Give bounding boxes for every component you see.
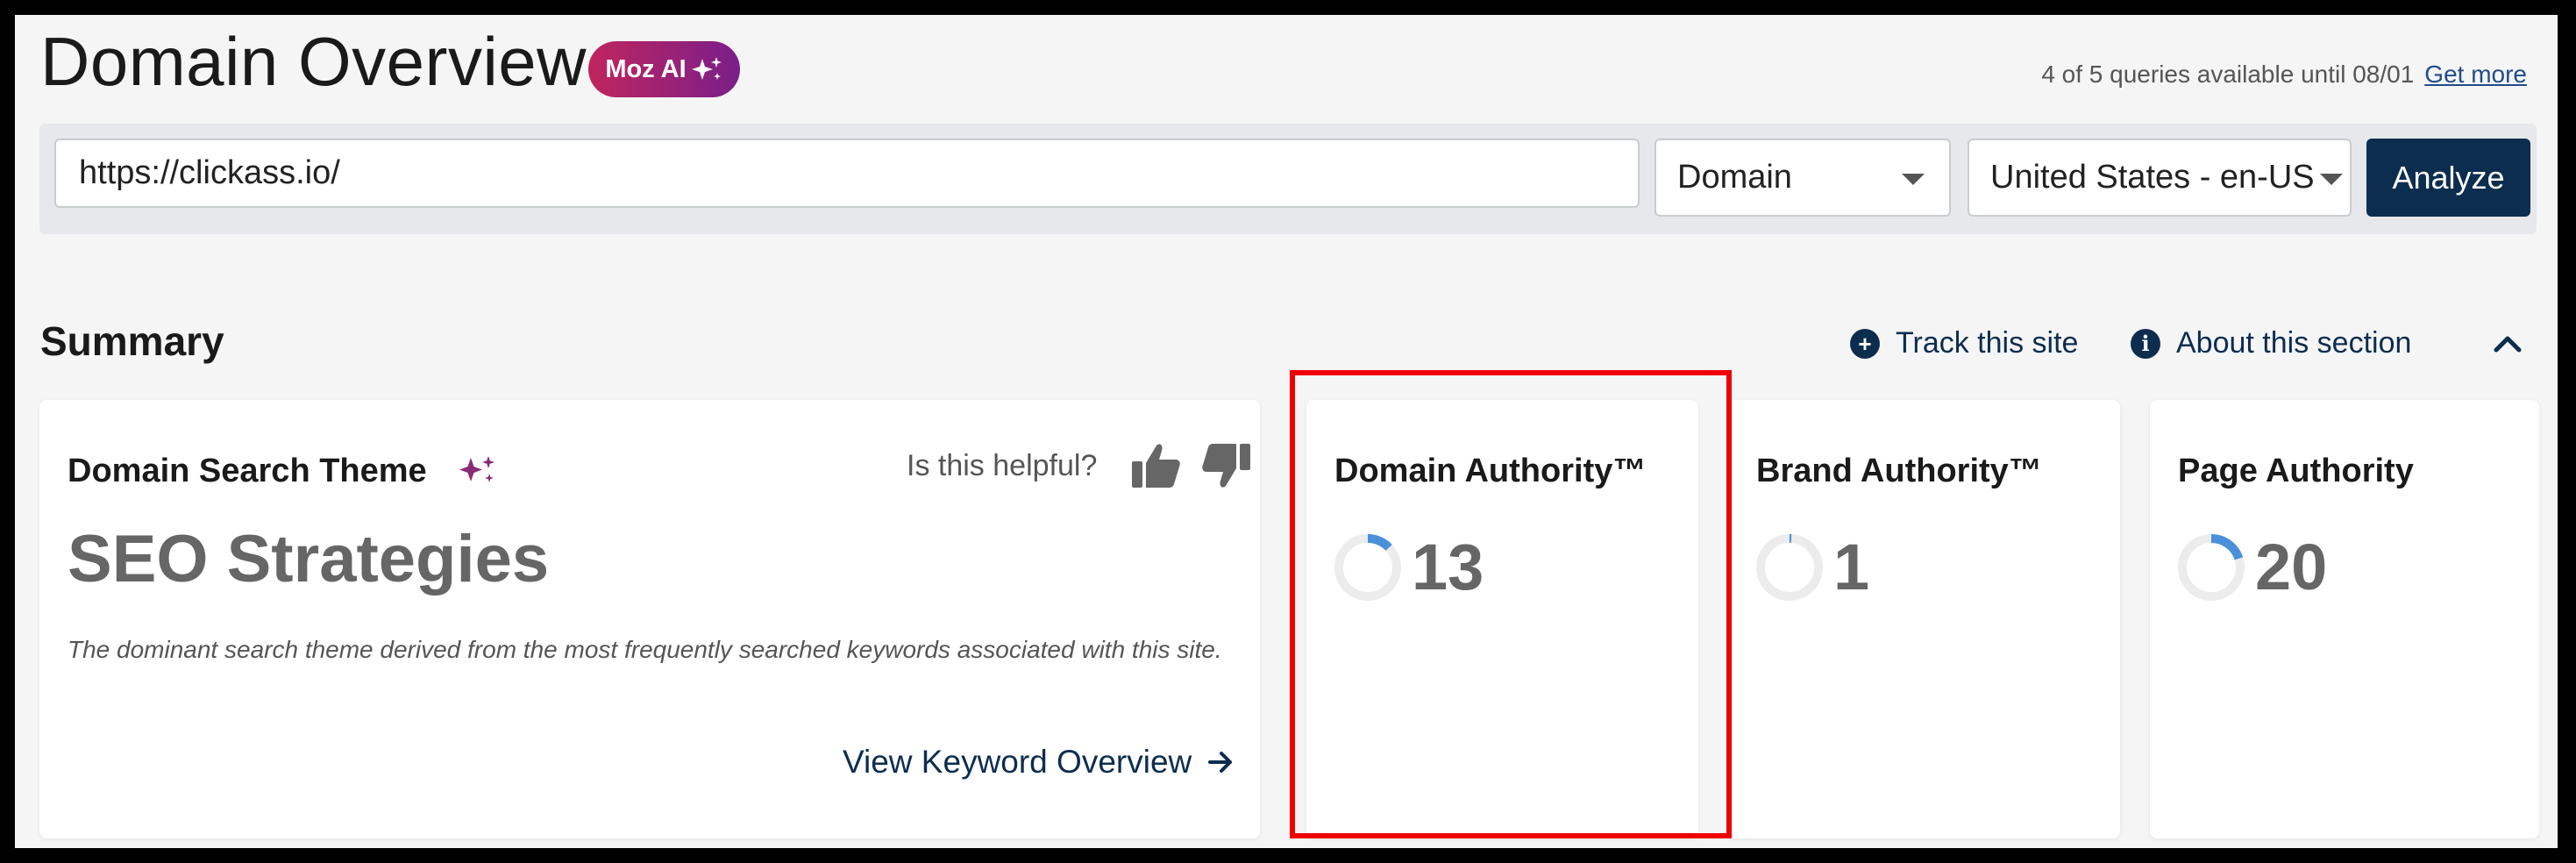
page-authority-card: Page Authority 20 [2150,400,2539,838]
card-title: Domain Search Theme [68,453,427,489]
chevron-down-icon [1902,174,1925,185]
locale-select[interactable]: United States - en-US [1968,139,2352,217]
sparkle-icon [459,456,495,482]
view-keyword-overview-link[interactable]: View Keyword Overview [843,744,1234,781]
card-title: Brand Authority™ [1756,453,2042,489]
analyze-button[interactable]: Analyze [2366,139,2530,217]
thumbs-up-icon[interactable] [1128,440,1183,491]
scope-select-value: Domain [1677,159,1792,196]
card-title: Domain Authority™ [1334,453,1647,489]
helpful-prompt: Is this helpful? [907,449,1098,482]
badge-label: Moz AI [605,54,687,83]
gauge-icon [1756,533,1823,601]
info-icon: i [2131,328,2160,359]
query-quota: 4 of 5 queries available until 08/01 Get … [2041,61,2527,89]
metric-value: 20 [2255,531,2328,603]
chevron-down-icon [2320,174,2343,185]
domain-search-theme-card: Domain Search Theme Is this helpful? SEO… [39,400,1260,838]
track-site-button[interactable]: + Track this site [1850,326,2078,360]
arrow-right-icon [1208,752,1233,773]
locale-select-value: United States - en-US [1990,159,2315,196]
page-title: Domain Overview [40,23,587,100]
metric-value: 1 [1833,531,1870,603]
metric-value: 13 [1412,531,1484,603]
queries-text: 4 of 5 queries available until 08/01 [2041,61,2415,88]
summary-title: Summary [40,318,224,364]
sparkle-icon [691,57,722,80]
theme-description: The dominant search theme derived from t… [68,636,1222,663]
theme-value: SEO Strategies [68,522,550,596]
metric-score: 13 [1333,530,1484,604]
gauge-icon [2178,533,2245,601]
url-input[interactable]: https://clickass.io/ [54,139,1640,208]
page: Domain Overview Moz AI 4 of 5 queries av… [15,15,2558,848]
about-section-button[interactable]: i About this section [2131,326,2411,360]
get-more-link[interactable]: Get more [2424,61,2527,88]
track-site-label: Track this site [1896,326,2079,360]
gauge-icon [1334,533,1401,601]
plus-circle-icon: + [1850,328,1880,359]
chevron-up-icon[interactable] [2493,334,2523,353]
gauge-track [1756,533,1823,601]
metric-score: 20 [2176,530,2327,604]
metric-score: 1 [1754,530,1869,604]
moz-ai-badge[interactable]: Moz AI [588,41,740,97]
scope-select[interactable]: Domain [1654,139,1951,217]
brand-authority-card: Brand Authority™ 1 [1728,400,2120,838]
thumbs-down-icon[interactable] [1199,440,1254,491]
domain-authority-card: Domain Authority™ 13 [1306,400,1698,838]
view-keyword-overview-label: View Keyword Overview [843,744,1192,780]
card-title: Page Authority [2178,453,2414,489]
about-section-label: About this section [2176,326,2412,360]
search-panel: https://clickass.io/ Domain United State… [39,124,2537,234]
